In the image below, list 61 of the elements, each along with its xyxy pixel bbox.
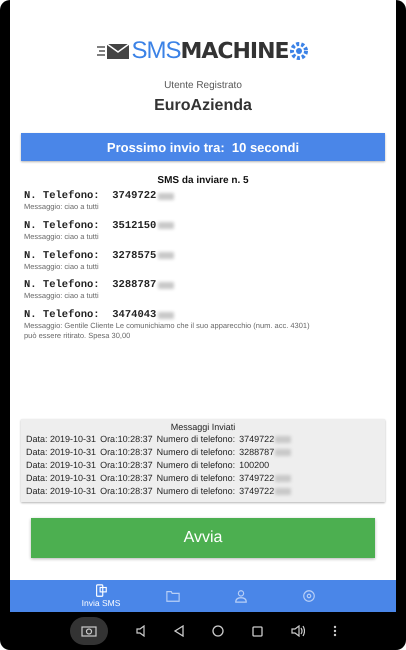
volume-down-icon[interactable] [136, 625, 146, 637]
phone-number: 3288787 [239, 446, 274, 459]
sent-date: Data: 2019-10-31 [26, 485, 96, 498]
settings-icon [302, 589, 316, 603]
phone-label: Numero di telefono: [156, 446, 236, 459]
recents-icon[interactable] [252, 626, 262, 636]
queue-title: SMS da inviare n. 5 [156, 175, 250, 186]
redaction-mark [275, 436, 292, 443]
phone-number: 3288787 [112, 279, 156, 292]
envelope-icon [97, 42, 132, 60]
redaction-mark [158, 282, 174, 289]
phone-label: N. Telefono: [24, 250, 100, 262]
sent-time: Ora:10:28:37 [100, 472, 153, 485]
phone-label: Numero di telefono: [156, 433, 236, 446]
phone-number: 3512150 [112, 220, 156, 232]
phone-number: 3749722 [239, 472, 274, 485]
start-button[interactable]: Avvia [31, 518, 375, 558]
sent-time: Ora:10:28:37 [100, 485, 153, 498]
volume-up-icon[interactable] [290, 625, 304, 637]
panel-title: Messaggi Inviati [170, 422, 236, 432]
logo-text: SMS [131, 37, 180, 65]
sent-date: Data: 2019-10-31 [26, 433, 96, 446]
phone-number: 3749722 [239, 485, 274, 498]
redaction-mark [158, 192, 174, 200]
logo-text: MACHINE [180, 38, 289, 64]
phone-label: Numero di telefono: [156, 459, 236, 472]
phone-number: 3278575 [112, 250, 156, 262]
phone-label: N. Telefono: [24, 309, 100, 321]
sent-date: Data: 2019-10-31 [26, 459, 96, 472]
phone-number: 3749722 [112, 190, 156, 202]
redaction-mark [158, 312, 174, 318]
folder-icon [166, 589, 180, 603]
gear-icon [288, 41, 309, 61]
user-label: Utente Registrato [163, 80, 243, 91]
redaction-mark [158, 252, 174, 259]
phone-number: 100200 [239, 459, 270, 472]
phone-number: 3749722 [239, 433, 274, 446]
redaction-mark [158, 222, 174, 230]
sent-date: Data: 2019-10-31 [26, 472, 96, 485]
phone-label: Numero di telefono: [156, 472, 236, 485]
nav-tab[interactable]: Invia SMS [82, 584, 120, 608]
sent-time: Ora:10:28:37 [100, 446, 153, 459]
sent-time: Ora:10:28:37 [100, 433, 153, 446]
countdown-banner: Prossimo invio tra: 10 secondi [21, 133, 385, 161]
back-icon[interactable] [174, 625, 184, 637]
phone-message-icon [94, 584, 108, 598]
phone-label: N. Telefono: [24, 220, 100, 232]
camera-icon[interactable] [80, 625, 96, 637]
more-icon[interactable] [332, 625, 336, 637]
phone-label: N. Telefono: [24, 190, 100, 202]
phone-label: Numero di telefono: [156, 485, 236, 498]
user-icon [234, 589, 248, 603]
home-icon[interactable] [212, 625, 224, 637]
sent-date: Data: 2019-10-31 [26, 446, 96, 459]
phone-number: 3474043 [112, 309, 156, 321]
sent-time: Ora:10:28:37 [100, 459, 153, 472]
redaction-mark [275, 475, 292, 482]
redaction-mark [275, 488, 292, 495]
phone-label: N. Telefono: [24, 279, 100, 292]
redaction-mark [275, 449, 292, 456]
user-name: EuroAzienda [153, 97, 253, 115]
